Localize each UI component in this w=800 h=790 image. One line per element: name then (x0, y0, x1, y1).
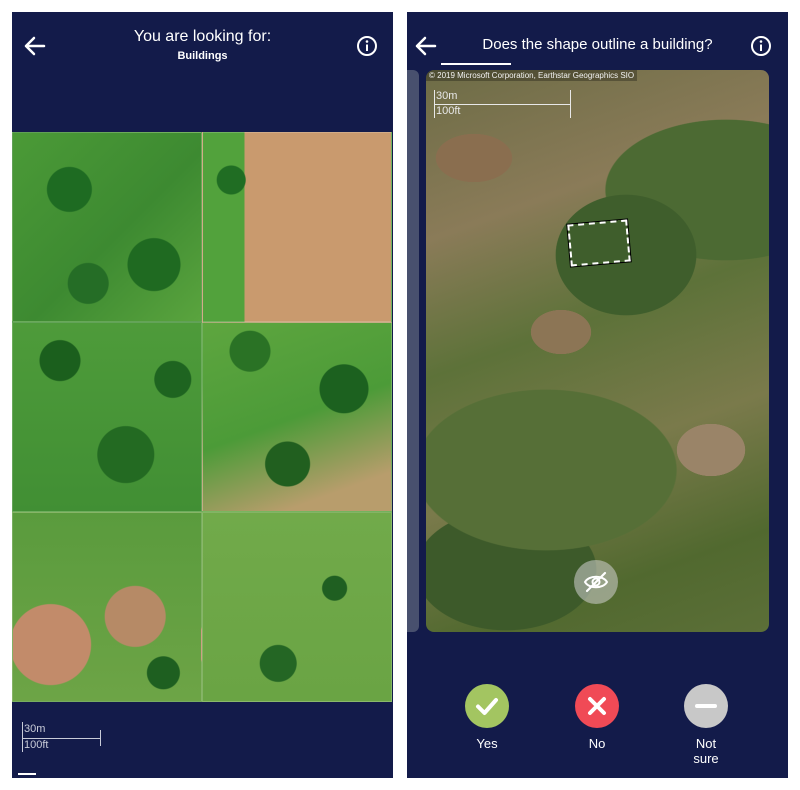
scale-tick (100, 730, 101, 746)
validate-shape-panel: Does the shape outline a building? © 201… (407, 12, 788, 778)
minus-icon (695, 704, 717, 708)
imagery-tile-grid (12, 132, 393, 704)
no-circle (575, 684, 619, 728)
answer-not-sure-label: Not sure (693, 736, 719, 766)
scale-imperial-label: 100ft (24, 739, 49, 751)
scale-metric-label: 30m (24, 723, 46, 735)
imagery-tile[interactable] (12, 322, 202, 512)
imagery-tile[interactable] (202, 322, 392, 512)
imagery-tile[interactable] (12, 512, 202, 702)
arrow-left-icon (415, 36, 437, 56)
x-icon (588, 697, 606, 715)
scale-tick (570, 90, 571, 118)
find-buildings-panel: You are looking for: Buildings 30m 100ft (12, 12, 393, 778)
answer-not-sure-button[interactable]: Not sure (666, 684, 746, 766)
answer-no-button[interactable]: No (557, 684, 637, 751)
back-button[interactable] (413, 34, 439, 58)
page-indicator (18, 773, 36, 775)
scale-tick (434, 90, 435, 118)
building-outline-shape[interactable] (567, 219, 631, 267)
imagery-card: © 2019 Microsoft Corporation, Earthstar … (426, 70, 769, 632)
progress-indicator (441, 63, 511, 65)
target-feature-label: Buildings (177, 50, 228, 62)
hide-outline-button[interactable] (574, 560, 618, 604)
question-title: Does the shape outline a building? (482, 36, 713, 53)
scale-imperial-label: 100ft (436, 105, 461, 117)
scale-tick (22, 722, 23, 752)
answer-yes-label: Yes (476, 736, 498, 751)
info-button[interactable] (355, 34, 379, 58)
imagery-tile[interactable] (202, 512, 392, 702)
info-icon (357, 36, 377, 56)
answer-no-label: No (588, 736, 606, 751)
scale-metric-label: 30m (436, 90, 458, 102)
imagery-tile[interactable] (12, 132, 202, 322)
info-icon (751, 36, 771, 56)
answer-yes-button[interactable]: Yes (447, 684, 527, 751)
imagery-tile[interactable] (202, 132, 392, 322)
check-icon (476, 698, 498, 715)
yes-circle (465, 684, 509, 728)
eye-slash-icon (583, 571, 609, 593)
info-button[interactable] (749, 34, 773, 58)
map-attribution: © 2019 Microsoft Corporation, Earthstar … (426, 70, 638, 81)
not-sure-circle (684, 684, 728, 728)
page-title: You are looking for: (133, 28, 272, 45)
previous-card-edge (407, 70, 419, 632)
